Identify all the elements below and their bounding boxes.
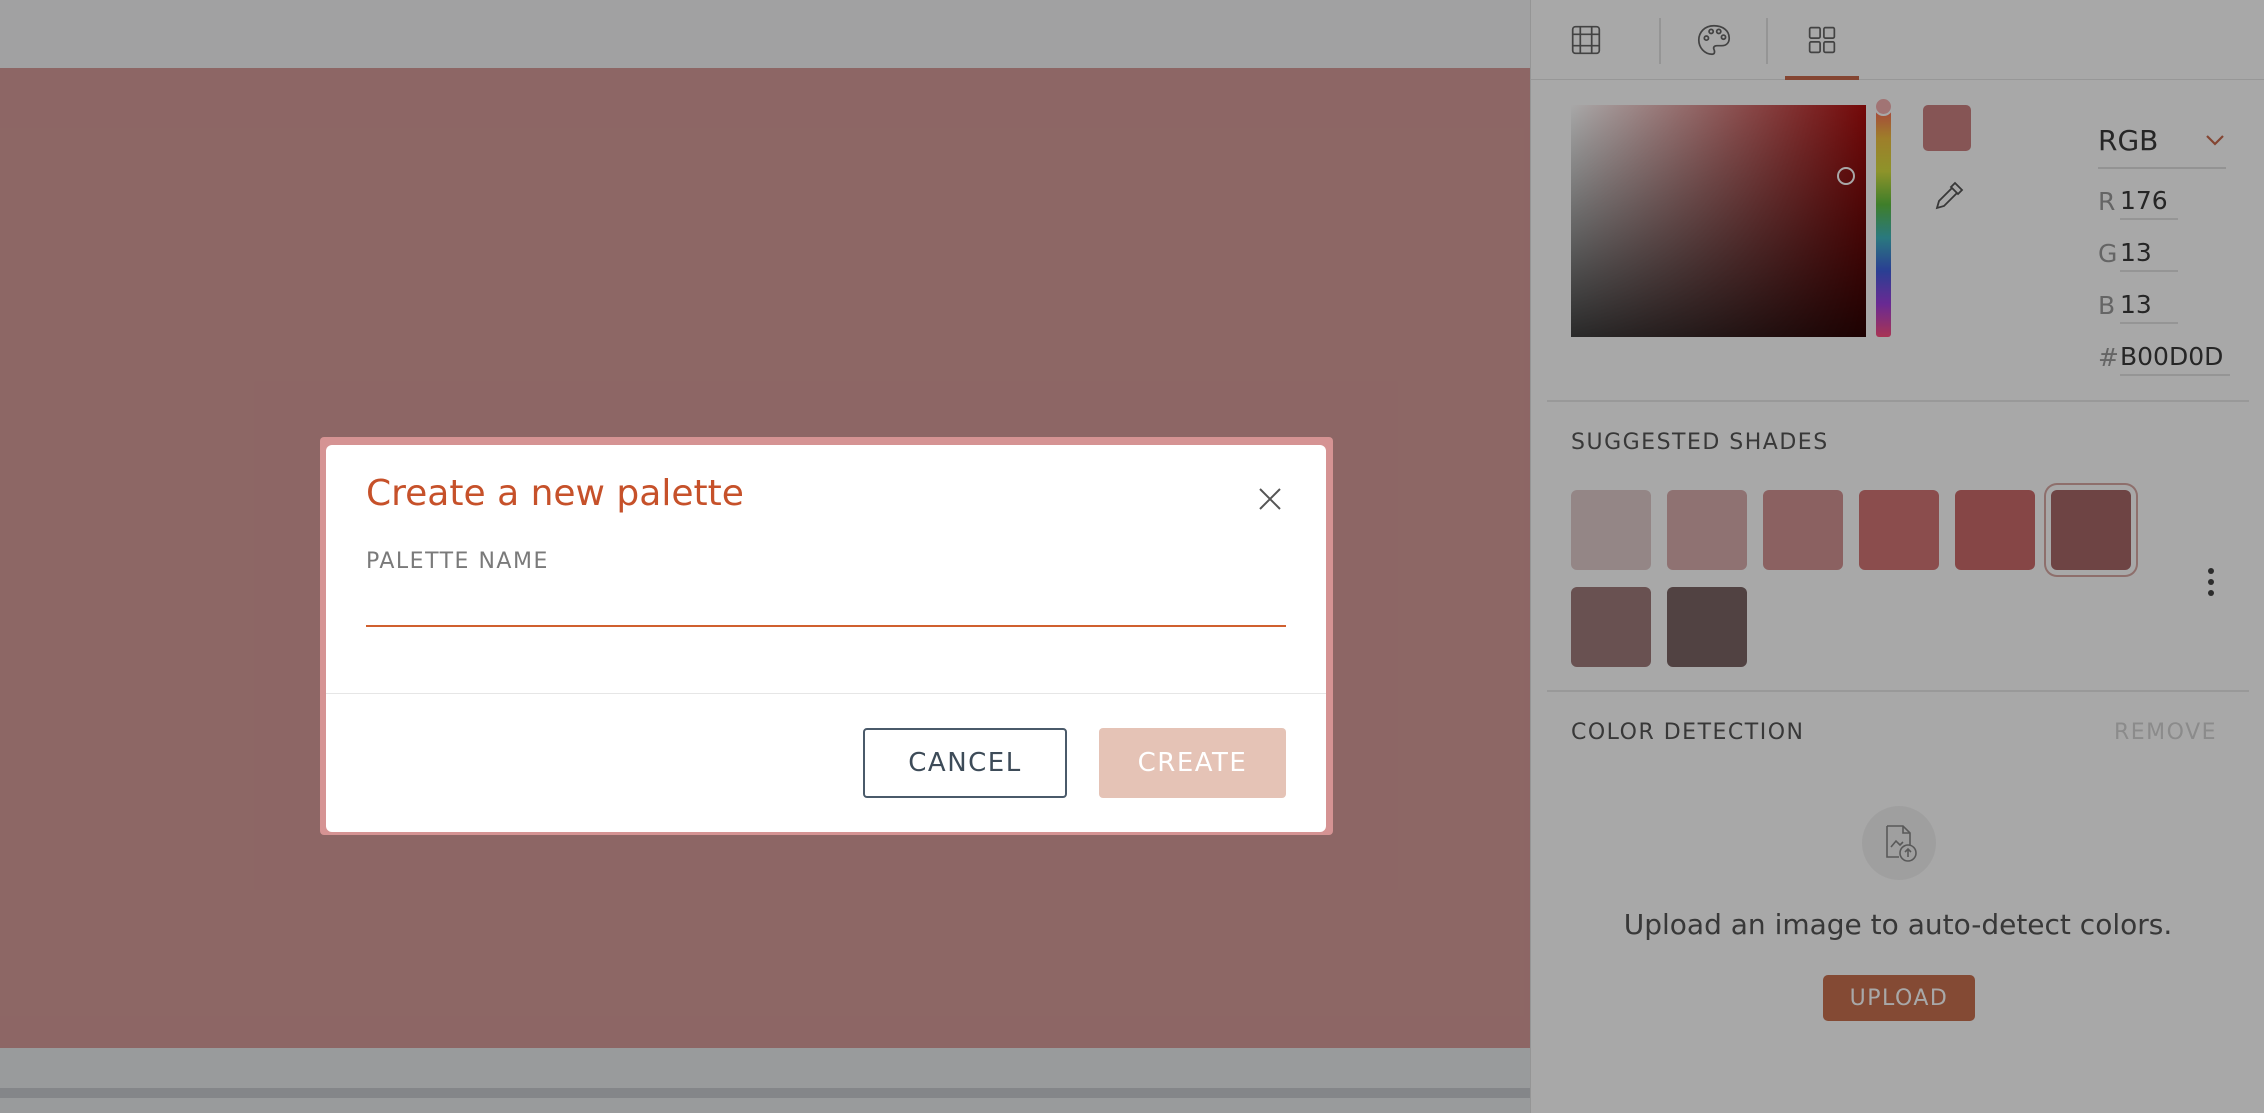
dialog-title: Create a new palette [366,473,744,514]
close-icon [1259,488,1281,510]
create-button[interactable]: CREATE [1099,728,1286,798]
create-palette-dialog: Create a new palette PALETTE NAME CANCEL… [326,445,1326,832]
dialog-divider [326,693,1326,694]
palette-name-label: PALETTE NAME [366,549,549,574]
close-button[interactable] [1256,485,1284,513]
palette-name-input[interactable] [366,585,1286,627]
cancel-button[interactable]: CANCEL [863,728,1067,798]
